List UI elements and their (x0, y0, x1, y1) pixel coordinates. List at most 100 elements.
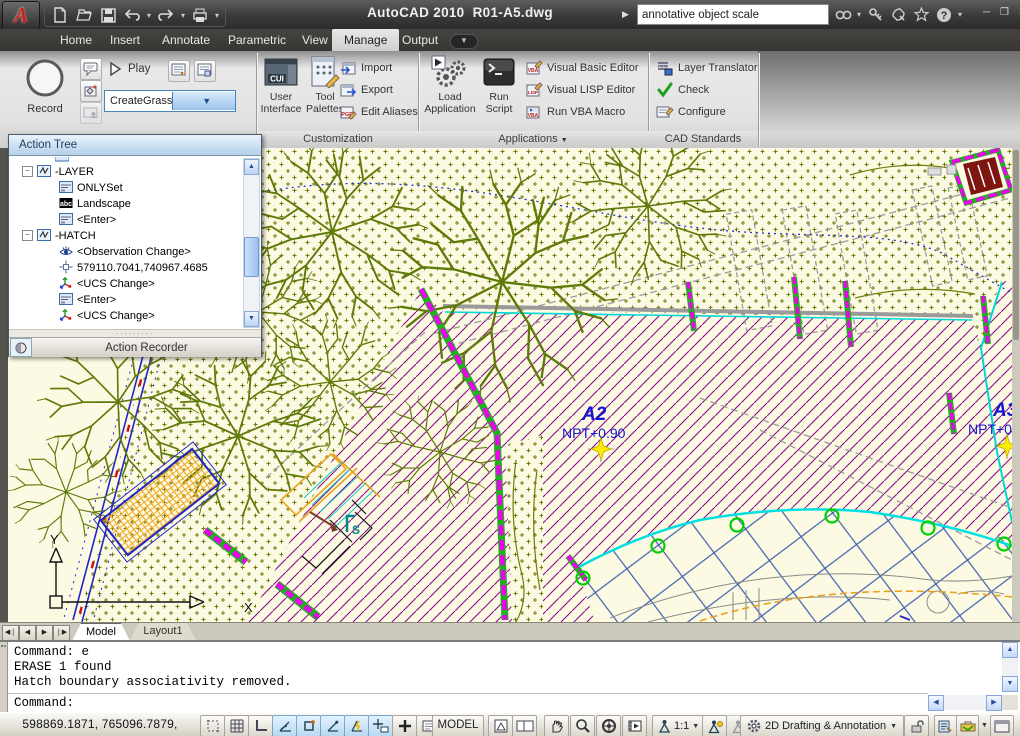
panel-label-customization[interactable]: Customization (258, 131, 418, 148)
annotation-scale-button[interactable]: 1:1 ▼ (652, 715, 706, 736)
tab-home[interactable]: Home (48, 29, 104, 51)
workspace-dropdown-icon[interactable]: ▼ (890, 723, 897, 730)
layout-tab-icon[interactable] (512, 715, 537, 736)
insert-base-point-icon[interactable] (80, 80, 102, 102)
dynamic-input-button[interactable] (368, 715, 393, 736)
import-button[interactable]: Import (340, 58, 392, 78)
prev-tab-icon[interactable]: ◀ (19, 625, 36, 641)
polar-tracking-button[interactable] (272, 715, 297, 736)
action-tree-header[interactable]: Action Tree (9, 135, 261, 156)
drawing-scrollbar-thumb[interactable] (1013, 150, 1019, 340)
tab-annotate[interactable]: Annotate (150, 29, 222, 51)
tree-item-onlyset[interactable]: ONLYSet (9, 179, 261, 195)
panel-label-cad-standards[interactable]: CAD Standards (648, 131, 758, 148)
run-vba-macro-button[interactable]: VBA Run VBA Macro (526, 102, 625, 122)
search-icon[interactable] (834, 6, 852, 24)
visual-basic-editor-button[interactable]: VBA Visual Basic Editor (526, 58, 639, 78)
restore-button[interactable]: ❐ (998, 6, 1011, 19)
scroll-down-icon[interactable]: ▼ (1002, 676, 1018, 692)
pause-user-input-icon[interactable] (80, 102, 102, 124)
new-file-icon[interactable] (51, 6, 69, 24)
tree-item-ucs1[interactable]: <UCS Change> (9, 275, 261, 291)
tab-layout1[interactable]: Layout1 (130, 623, 196, 640)
undo-dropdown-icon[interactable]: ▾ (147, 11, 151, 20)
command-window-grip[interactable] (0, 642, 8, 712)
snap-mode-button[interactable] (200, 715, 225, 736)
coordinate-display[interactable]: 598869.1871, 765096.7879, 0.0000 (4, 715, 196, 734)
ribbon-options-dropdown-icon[interactable]: ▼ (450, 34, 478, 49)
show-motion-button[interactable] (622, 715, 647, 736)
subscription-key-icon[interactable] (866, 6, 884, 24)
panel-label-applications[interactable]: Applications ▼ (418, 131, 648, 148)
scroll-down-icon[interactable]: ▼ (244, 311, 259, 327)
dynamic-ucs-button[interactable] (344, 715, 369, 736)
tray-plot-icon[interactable] (934, 715, 957, 736)
configure-standards-button[interactable]: Configure (656, 102, 726, 122)
steering-wheel-button[interactable] (596, 715, 621, 736)
undo-icon[interactable] (123, 6, 141, 24)
zoom-button[interactable] (570, 715, 595, 736)
open-file-icon[interactable] (75, 6, 93, 24)
favorites-star-icon[interactable] (912, 6, 930, 24)
annotation-visibility-button[interactable] (702, 715, 727, 736)
edit-aliases-button[interactable]: PGP Edit Aliases (340, 102, 418, 122)
communication-center-icon[interactable] (889, 6, 907, 24)
redo-dropdown-icon[interactable]: ▾ (181, 11, 185, 20)
collapse-icon[interactable]: − (22, 229, 33, 241)
action-tree-scrollbar[interactable]: ▲ ▼ (243, 158, 260, 328)
action-recorder-bar[interactable]: Action Recorder (9, 337, 261, 357)
tree-item-hatch[interactable]: − -HATCH (9, 227, 261, 243)
combo-dropdown-icon[interactable]: ▼ (172, 92, 235, 110)
tab-output[interactable]: Output (390, 29, 450, 51)
plot-icon[interactable] (191, 6, 209, 24)
grid-display-button[interactable] (224, 715, 249, 736)
manage-action-macros-icon[interactable] (194, 60, 216, 82)
save-icon[interactable] (99, 6, 117, 24)
tree-item-layer[interactable]: − -LAYER (9, 163, 261, 179)
preference-icon[interactable] (168, 60, 190, 82)
qat-dropdown-icon[interactable]: ▾ (215, 11, 219, 20)
app-menu-button[interactable]: A (2, 1, 40, 30)
scroll-up-icon[interactable]: ▲ (244, 159, 259, 175)
load-application-button[interactable]: Load Application (424, 55, 476, 115)
tree-item-ucs2[interactable]: <UCS Change> (9, 307, 261, 323)
command-prompt[interactable]: Command: (14, 696, 74, 710)
layer-translator-button[interactable]: Layer Translator (656, 58, 757, 78)
play-button[interactable]: Play (104, 58, 154, 80)
object-snap-button[interactable] (296, 715, 321, 736)
tab-insert[interactable]: Insert (98, 29, 152, 51)
workspace-switcher[interactable]: 2D Drafting & Annotation ▼ (740, 715, 905, 736)
object-snap-tracking-button[interactable] (320, 715, 345, 736)
tree-item-enter2[interactable]: <Enter> (9, 291, 261, 307)
s-structure-label[interactable]: S (352, 523, 360, 537)
tree-item-enter1[interactable]: <Enter> (9, 211, 261, 227)
visual-lisp-editor-button[interactable]: LISP Visual LISP Editor (526, 80, 635, 100)
run-script-button[interactable]: Run Script (478, 55, 520, 115)
panel-resize-grip[interactable]: ......... (9, 328, 261, 337)
ortho-mode-button[interactable] (248, 715, 273, 736)
tree-item-coordinates[interactable]: 579110.7041,740967.4685 (9, 259, 261, 275)
clean-screen-button[interactable] (990, 715, 1014, 736)
scale-dropdown-icon[interactable]: ▼ (692, 723, 699, 730)
toolbar-lock-icon[interactable] (904, 715, 929, 736)
help-icon[interactable]: ? (935, 6, 953, 24)
record-button[interactable]: Record (14, 56, 76, 115)
tab-parametric[interactable]: Parametric (216, 29, 298, 51)
first-tab-icon[interactable]: ◀❘ (2, 625, 19, 641)
help-dropdown-icon[interactable]: ▾ (958, 10, 962, 19)
redo-icon[interactable] (157, 6, 175, 24)
pan-button[interactable] (544, 715, 569, 736)
minimize-button[interactable]: ─ (980, 6, 993, 19)
command-horizontal-scrollbar[interactable]: ◀ ▶ (928, 695, 1002, 711)
model-space-button[interactable]: MODEL (432, 715, 484, 736)
action-macro-combobox[interactable]: CreateGrass ▼ (104, 90, 236, 112)
command-vertical-scrollbar[interactable]: ▲ ▼ (1002, 642, 1018, 692)
tray-toolbox-icon[interactable] (956, 715, 979, 736)
collapse-icon[interactable]: − (22, 165, 33, 177)
last-tab-icon[interactable]: ❘▶ (53, 625, 70, 641)
tree-item-landscape[interactable]: abc Landscape (9, 195, 261, 211)
scroll-left-icon[interactable]: ◀ (928, 695, 944, 711)
lineweight-button[interactable] (392, 715, 417, 736)
scroll-up-icon[interactable]: ▲ (1002, 642, 1018, 658)
scrollbar-thumb[interactable] (244, 237, 259, 277)
